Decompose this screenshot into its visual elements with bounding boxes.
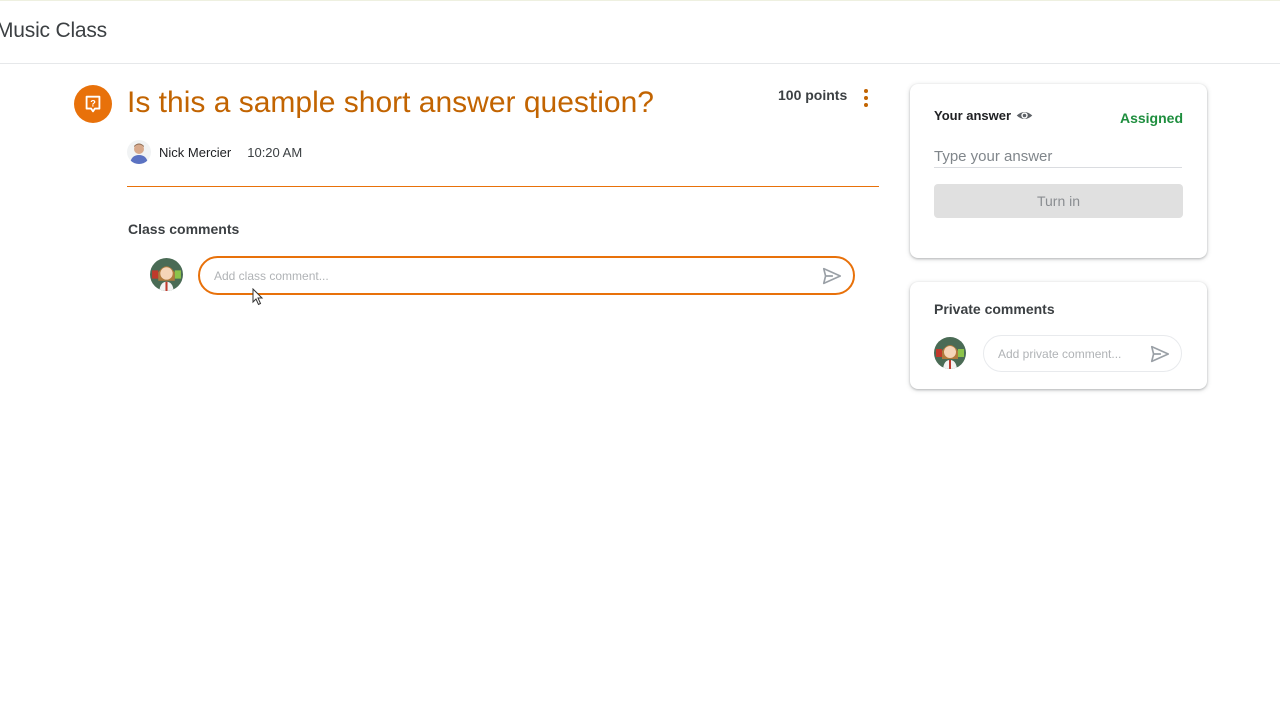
more-vert-icon: [864, 89, 868, 93]
author-name: Nick Mercier: [159, 144, 232, 160]
status-badge: Assigned: [1119, 110, 1183, 126]
assignment-title: Is this a sample short answer question?: [127, 86, 654, 119]
send-icon[interactable]: [1149, 343, 1171, 365]
question-icon: ?: [74, 85, 112, 123]
answer-input[interactable]: [934, 146, 1182, 168]
send-icon[interactable]: [821, 265, 843, 287]
author-row: Nick Mercier 10:20 AM: [127, 139, 302, 165]
more-options-button[interactable]: [856, 87, 876, 109]
class-comment-input[interactable]: [214, 266, 804, 286]
private-comment-input[interactable]: [998, 345, 1138, 363]
private-comment-field[interactable]: [983, 335, 1182, 372]
top-bar: Music Class: [0, 0, 1280, 64]
mouse-cursor-icon: [252, 288, 264, 306]
svg-text:?: ?: [90, 98, 96, 108]
your-answer-label: Your answer: [934, 108, 1012, 123]
your-answer-card: Your answer Assigned Turn in: [910, 84, 1207, 258]
private-comments-label: Private comments: [934, 301, 1055, 317]
turn-in-button[interactable]: Turn in: [934, 184, 1183, 218]
eye-icon[interactable]: [1016, 107, 1033, 124]
post-time: 10:20 AM: [247, 144, 303, 160]
title-divider: [127, 186, 879, 187]
author-avatar: [127, 140, 151, 164]
class-comments-label: Class comments: [128, 221, 240, 237]
user-avatar: [150, 258, 183, 291]
question-icon-glyph: ?: [85, 95, 101, 113]
points-label: 100 points: [778, 87, 848, 103]
user-avatar: [934, 337, 966, 369]
class-comment-field[interactable]: [198, 256, 855, 295]
class-title[interactable]: Music Class: [0, 19, 107, 43]
private-comments-card: Private comments: [910, 282, 1207, 389]
